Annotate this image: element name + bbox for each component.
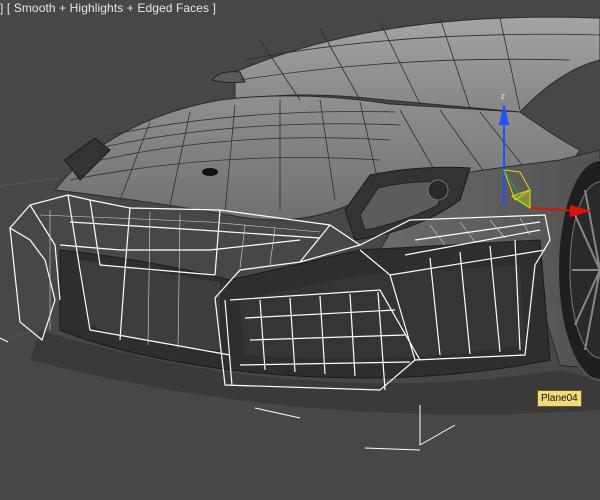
shading-mode-label[interactable]: ] [ Smooth + Highlights + Edged Faces ]: [0, 1, 216, 15]
headlight-lamp: [427, 179, 449, 201]
object-name-tooltip: Plane04: [537, 390, 582, 407]
perspective-viewport[interactable]: z ] [ Smooth + Highlights + Edged Faces …: [0, 0, 600, 500]
viewport-scene[interactable]: z: [0, 0, 600, 500]
viewport-label-menu[interactable]: ] [ Smooth + Highlights + Edged Faces ]: [0, 1, 216, 15]
gizmo-z-label: z: [501, 91, 506, 101]
car-emblem: [202, 168, 218, 176]
tooltip-object-name: Plane04: [541, 393, 578, 404]
